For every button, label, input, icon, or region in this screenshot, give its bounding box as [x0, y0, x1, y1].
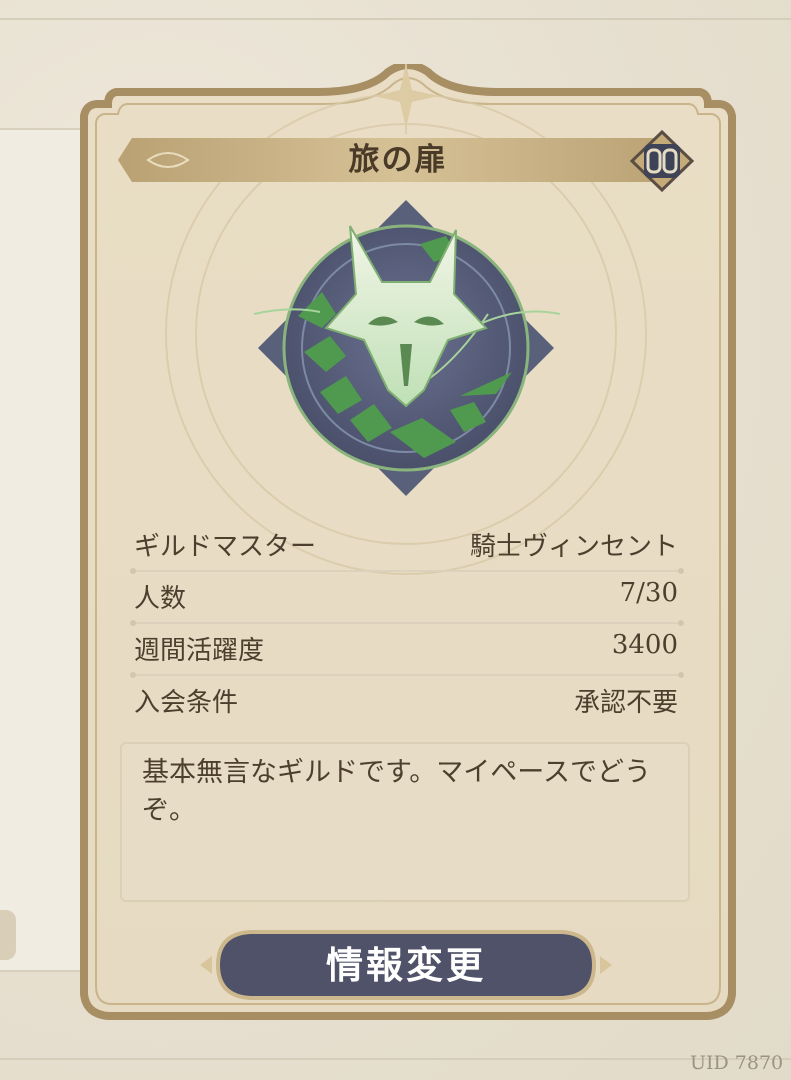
background-divider: [0, 1058, 791, 1060]
edit-info-button-label: 情報変更: [326, 943, 486, 987]
side-panel-tab[interactable]: [0, 910, 16, 960]
info-row-join-condition: 入会条件 承認不要: [132, 676, 682, 726]
chain-link-icon[interactable]: [628, 129, 696, 193]
info-row-activity: 週間活躍度 3400: [130, 624, 684, 678]
info-label: 週間活躍度: [134, 636, 265, 666]
info-label: 人数: [134, 584, 187, 614]
info-label: ギルドマスター: [134, 532, 317, 562]
background-divider: [0, 18, 791, 20]
user-id: UID 7870: [690, 1052, 784, 1074]
guild-name: 旅の扉: [348, 142, 448, 178]
info-row-master: ギルドマスター 騎士ヴィンセント: [130, 520, 684, 574]
info-label: 入会条件: [134, 688, 239, 718]
title-banner: 旅の扉: [118, 138, 678, 182]
info-value: 7/30: [619, 578, 678, 608]
guild-emblem: [250, 196, 562, 500]
info-value: 承認不要: [573, 688, 678, 718]
info-row-members: 人数 7/30: [130, 572, 684, 626]
guild-description: 基本無言なギルドです。マイペースでどうぞ。: [142, 757, 651, 826]
edit-info-button[interactable]: 情報変更: [198, 926, 614, 1004]
guild-description-box: 基本無言なギルドです。マイペースでどうぞ。: [120, 742, 690, 902]
info-value: 騎士ヴィンセント: [469, 532, 678, 562]
info-value: 3400: [611, 630, 678, 660]
guild-info-list: ギルドマスター 騎士ヴィンセント 人数 7/30 週間活躍度 3400 入会条件…: [130, 520, 684, 726]
